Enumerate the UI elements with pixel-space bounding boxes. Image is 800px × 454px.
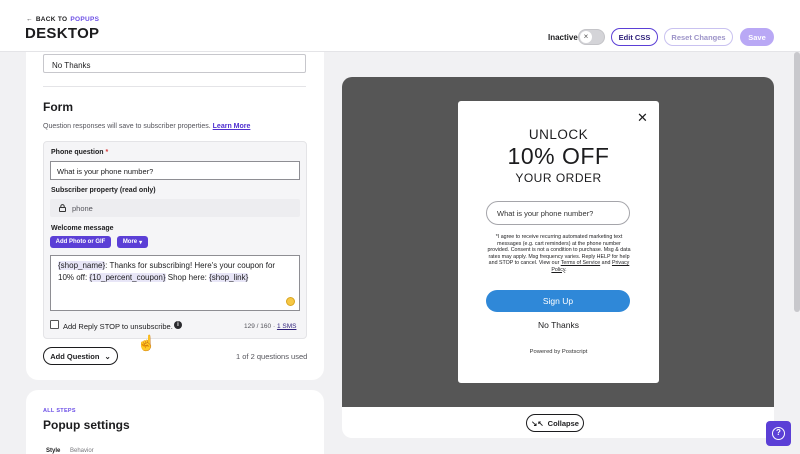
disclaimer-and: and — [600, 260, 612, 266]
tab-behavior[interactable]: Behavior — [70, 448, 94, 454]
sms-separator: · — [272, 323, 276, 330]
preview-panel: ✕ UNLOCK 10% OFF YOUR ORDER What is your… — [342, 77, 774, 438]
collapse-label: Collapse — [547, 418, 579, 428]
status-label: Inactive — [548, 33, 578, 42]
phone-question-label: Phone question * — [51, 149, 108, 156]
back-target: POPUPS — [70, 16, 100, 23]
popup-signup-button[interactable]: Sign Up — [486, 290, 630, 312]
welcome-message-textarea[interactable]: {shop_name}: Thanks for subscribing! Her… — [50, 255, 300, 311]
lock-icon — [59, 204, 66, 212]
preview-backdrop: ✕ UNLOCK 10% OFF YOUR ORDER What is your… — [342, 77, 774, 407]
close-icon: × — [580, 31, 592, 43]
tab-style[interactable]: Style — [46, 448, 60, 454]
help-icon: ? — [772, 427, 785, 440]
learn-more-link[interactable]: Learn More — [213, 123, 251, 130]
popup-no-thanks-link[interactable]: No Thanks — [458, 320, 659, 330]
welcome-message-label: Welcome message — [51, 225, 114, 232]
page-scrollbar[interactable] — [794, 52, 800, 312]
chevron-down-icon: ▾ — [139, 239, 143, 246]
terms-link[interactable]: Terms of Service — [561, 260, 600, 266]
edit-css-button[interactable]: Edit CSS — [611, 28, 658, 46]
reply-stop-label: Add Reply STOP to unsubscribe. — [63, 322, 173, 331]
char-count-value: 129 — [244, 323, 255, 330]
more-dropdown-button[interactable]: More ▾ — [117, 236, 148, 248]
collapse-icon: ↘↖ — [531, 418, 544, 428]
popup-settings-title: Popup settings — [43, 418, 130, 432]
phone-question-label-text: Phone question — [51, 149, 104, 156]
info-icon[interactable]: i — [174, 321, 182, 329]
add-question-label: Add Question — [50, 351, 100, 361]
divider — [43, 86, 306, 87]
popup-phone-input[interactable]: What is your phone number? — [486, 201, 630, 225]
subscriber-property-field: phone — [50, 199, 300, 217]
popup-preview: ✕ UNLOCK 10% OFF YOUR ORDER What is your… — [458, 101, 659, 383]
active-toggle[interactable]: × — [578, 29, 605, 45]
shop-name-token: {shop_name} — [58, 261, 106, 270]
required-asterisk: * — [105, 149, 109, 156]
arrow-left-icon: ← — [26, 16, 33, 23]
reset-changes-button[interactable]: Reset Changes — [664, 28, 733, 46]
sms-count: 1 SMS — [276, 323, 297, 330]
popup-headline-order: YOUR ORDER — [515, 171, 602, 185]
reply-stop-checkbox[interactable] — [50, 320, 59, 329]
top-header: ← BACK TO POPUPS DESKTOP Inactive × Edit… — [0, 0, 800, 52]
popup-headline-offer: 10% OFF — [507, 143, 610, 169]
help-button[interactable]: ? — [766, 421, 791, 446]
shop-link-token: {shop_link} — [209, 272, 249, 282]
emoji-icon[interactable] — [286, 297, 295, 306]
save-button[interactable]: Save — [740, 28, 774, 46]
popup-headline-unlock: UNLOCK — [528, 127, 589, 142]
chevron-down-icon: ⌄ — [104, 351, 111, 361]
pointer-cursor-icon: ☝ — [137, 335, 156, 352]
collapse-button[interactable]: ↘↖ Collapse — [526, 414, 584, 432]
powered-by-label: Powered by Postscript — [529, 349, 588, 355]
char-count-max: / 160 — [256, 323, 272, 330]
disclaimer-period: . — [565, 266, 567, 273]
back-prefix: BACK TO — [35, 16, 68, 23]
close-icon[interactable]: ✕ — [637, 110, 648, 126]
message-text-2: Shop here: — [165, 272, 210, 282]
page-title: DESKTOP — [25, 25, 100, 42]
phone-question-input[interactable]: What is your phone number? — [50, 161, 300, 180]
add-photo-gif-button[interactable]: Add Photo or GIF — [50, 236, 111, 248]
questions-used-count: 1 of 2 questions used — [236, 352, 308, 361]
more-label: More — [122, 239, 138, 245]
form-section-title: Form — [43, 100, 73, 114]
add-question-button[interactable]: Add Question ⌄ — [43, 347, 118, 365]
subscriber-property-value: phone — [72, 203, 93, 213]
no-thanks-text-input[interactable]: No Thanks — [43, 54, 306, 73]
coupon-token: {10_percent_coupon} — [89, 272, 166, 282]
subscriber-property-label: Subscriber property (read only) — [51, 187, 156, 194]
popup-disclaimer: *I agree to receive recurring automated … — [487, 234, 631, 273]
all-steps-eyebrow: ALL STEPS — [43, 408, 76, 414]
character-count: 129 / 160 · 1 SMS — [244, 323, 296, 330]
form-section-description: Question responses will save to subscrib… — [43, 123, 250, 130]
form-description-text: Question responses will save to subscrib… — [43, 123, 211, 130]
back-to-popups-link[interactable]: ← BACK TO POPUPS — [26, 16, 99, 23]
